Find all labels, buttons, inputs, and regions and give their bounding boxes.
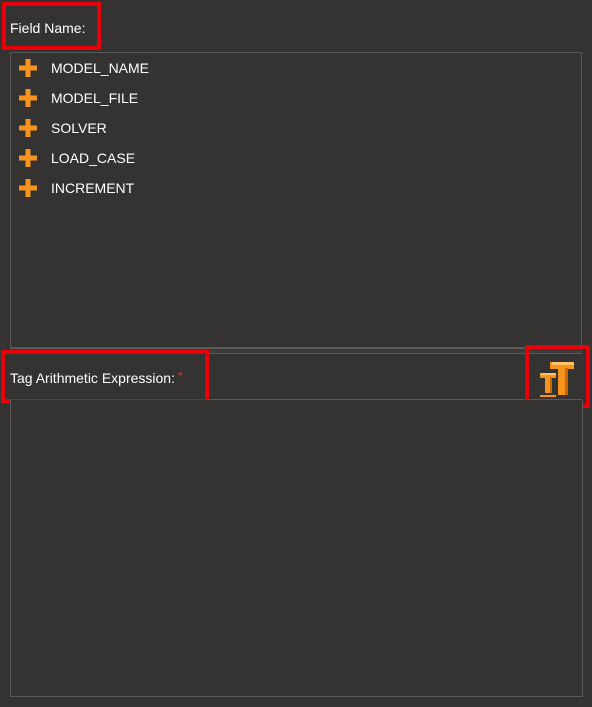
tag-expression-panel: Field Name: MODEL_NAME MODEL_FILE SOLVER — [0, 0, 592, 707]
list-item[interactable]: INCREMENT — [19, 177, 134, 199]
list-item[interactable]: SOLVER — [19, 117, 107, 139]
plus-expand-icon[interactable] — [19, 59, 37, 77]
plus-expand-icon[interactable] — [19, 149, 37, 167]
plus-expand-icon[interactable] — [19, 119, 37, 137]
list-item-label: INCREMENT — [51, 180, 135, 196]
list-item-label: MODEL_NAME — [51, 60, 150, 76]
list-item-label: LOAD_CASE — [51, 150, 136, 166]
list-item-label: MODEL_FILE — [51, 90, 139, 106]
list-item[interactable]: MODEL_FILE — [19, 87, 138, 109]
insert-tag-callout — [525, 345, 590, 408]
expression-editor[interactable] — [10, 400, 583, 697]
list-item[interactable]: MODEL_NAME — [19, 57, 149, 79]
plus-expand-icon[interactable] — [19, 89, 37, 107]
field-name-label: Field Name: — [10, 20, 86, 36]
field-name-list[interactable]: MODEL_NAME MODEL_FILE SOLVER LOAD_CASE I… — [10, 52, 582, 348]
list-item[interactable]: LOAD_CASE — [19, 147, 135, 169]
list-item-label: SOLVER — [51, 120, 107, 136]
plus-expand-icon[interactable] — [19, 179, 37, 197]
expression-label-callout — [1, 350, 209, 403]
